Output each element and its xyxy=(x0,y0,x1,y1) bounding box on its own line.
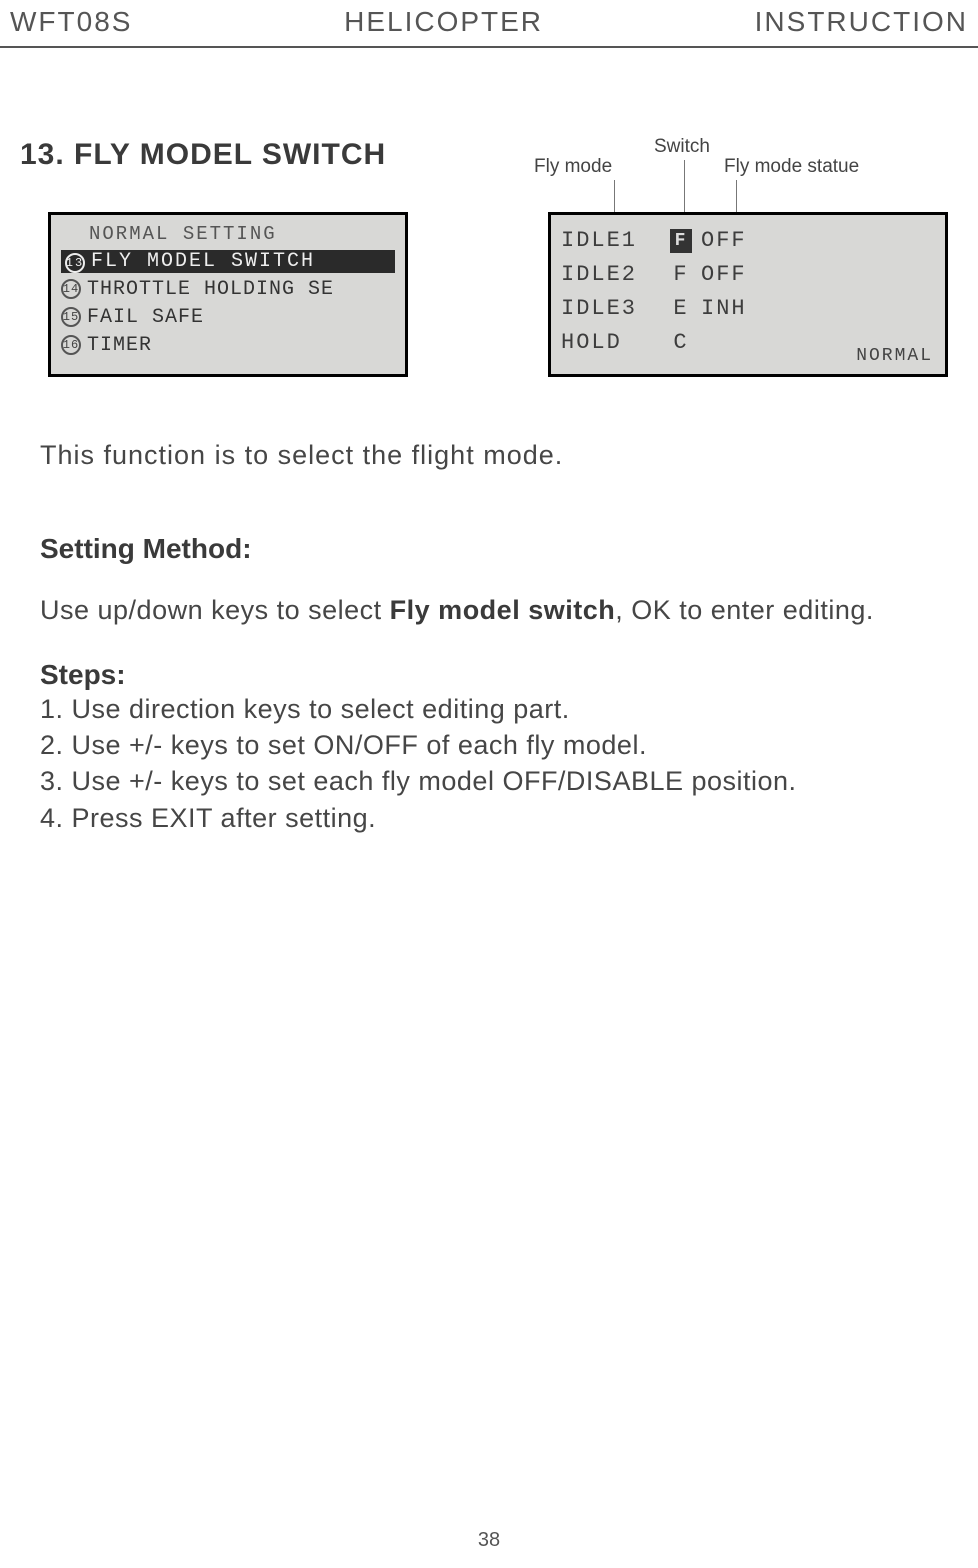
list-item: 14 THROTTLE HOLDING SE xyxy=(61,275,395,303)
header-right: INSTRUCTION xyxy=(755,6,968,38)
current-mode-label: NORMAL xyxy=(856,346,933,366)
lcd-left-title: NORMAL SETTING xyxy=(89,223,395,245)
intro-text: This function is to select the flight mo… xyxy=(40,437,948,473)
header-left: WFT08S xyxy=(10,6,132,38)
fly-mode-status: OFF xyxy=(701,262,771,287)
text-bold: Fly model switch xyxy=(390,595,616,625)
fly-mode-name: IDLE1 xyxy=(561,228,661,253)
menu-item-label: TIMER xyxy=(87,334,152,357)
header-center: HELICOPTER xyxy=(344,6,543,38)
fly-mode-status: OFF xyxy=(701,228,771,253)
menu-item-label: FLY MODEL SWITCH xyxy=(91,250,315,273)
step-item: 1. Use direction keys to select editing … xyxy=(40,691,948,727)
screenshots-row: NORMAL SETTING 13 FLY MODEL SWITCH 14 THR… xyxy=(20,212,958,377)
steps-heading: Steps: xyxy=(40,659,958,691)
text-fragment: , OK to enter editing. xyxy=(615,595,874,625)
text-fragment: Use up/down keys to select xyxy=(40,595,390,625)
section-title: 13. FLY MODEL SWITCH xyxy=(20,138,958,172)
list-item: 15 FAIL SAFE xyxy=(61,303,395,331)
fly-mode-name: HOLD xyxy=(561,330,661,355)
fly-mode-switch: E xyxy=(661,296,701,321)
setting-method-heading: Setting Method: xyxy=(40,533,958,565)
step-item: 3. Use +/- keys to set each fly model OF… xyxy=(40,763,948,799)
lcd-right-wrapper: Fly mode Switch Fly mode statue IDLE1 F … xyxy=(548,212,958,377)
table-row: IDLE1 F OFF xyxy=(561,223,935,257)
fly-mode-switch: F xyxy=(661,227,701,253)
fly-mode-switch: C xyxy=(661,330,701,355)
list-item: 16 TIMER xyxy=(61,331,395,359)
list-item: 13 FLY MODEL SWITCH xyxy=(61,247,395,275)
fly-mode-status: INH xyxy=(701,296,771,321)
fly-mode-name: IDLE2 xyxy=(561,262,661,287)
steps-list: 1. Use direction keys to select editing … xyxy=(40,691,948,837)
menu-item-label: THROTTLE HOLDING SE xyxy=(87,278,334,301)
menu-index-icon: 14 xyxy=(61,279,81,299)
step-item: 4. Press EXIT after setting. xyxy=(40,800,948,836)
table-row: IDLE2 F OFF xyxy=(561,257,935,291)
lcd-menu-screenshot: NORMAL SETTING 13 FLY MODEL SWITCH 14 THR… xyxy=(48,212,408,377)
menu-index-icon: 15 xyxy=(61,307,81,327)
fly-mode-name: IDLE3 xyxy=(561,296,661,321)
fly-mode-switch: F xyxy=(661,262,701,287)
table-row: IDLE3 E INH xyxy=(561,291,935,325)
step-item: 2. Use +/- keys to set ON/OFF of each fl… xyxy=(40,727,948,763)
menu-index-icon: 16 xyxy=(61,335,81,355)
menu-item-label: FAIL SAFE xyxy=(87,306,204,329)
setting-method-paragraph: Use up/down keys to select Fly model swi… xyxy=(40,593,948,628)
page-header: WFT08S HELICOPTER INSTRUCTION xyxy=(0,0,978,48)
page-number: 38 xyxy=(0,1529,978,1552)
lcd-flymode-screenshot: IDLE1 F OFF IDLE2 F OFF IDLE3 E INH HOLD… xyxy=(548,212,948,377)
menu-index-icon: 13 xyxy=(65,253,85,273)
